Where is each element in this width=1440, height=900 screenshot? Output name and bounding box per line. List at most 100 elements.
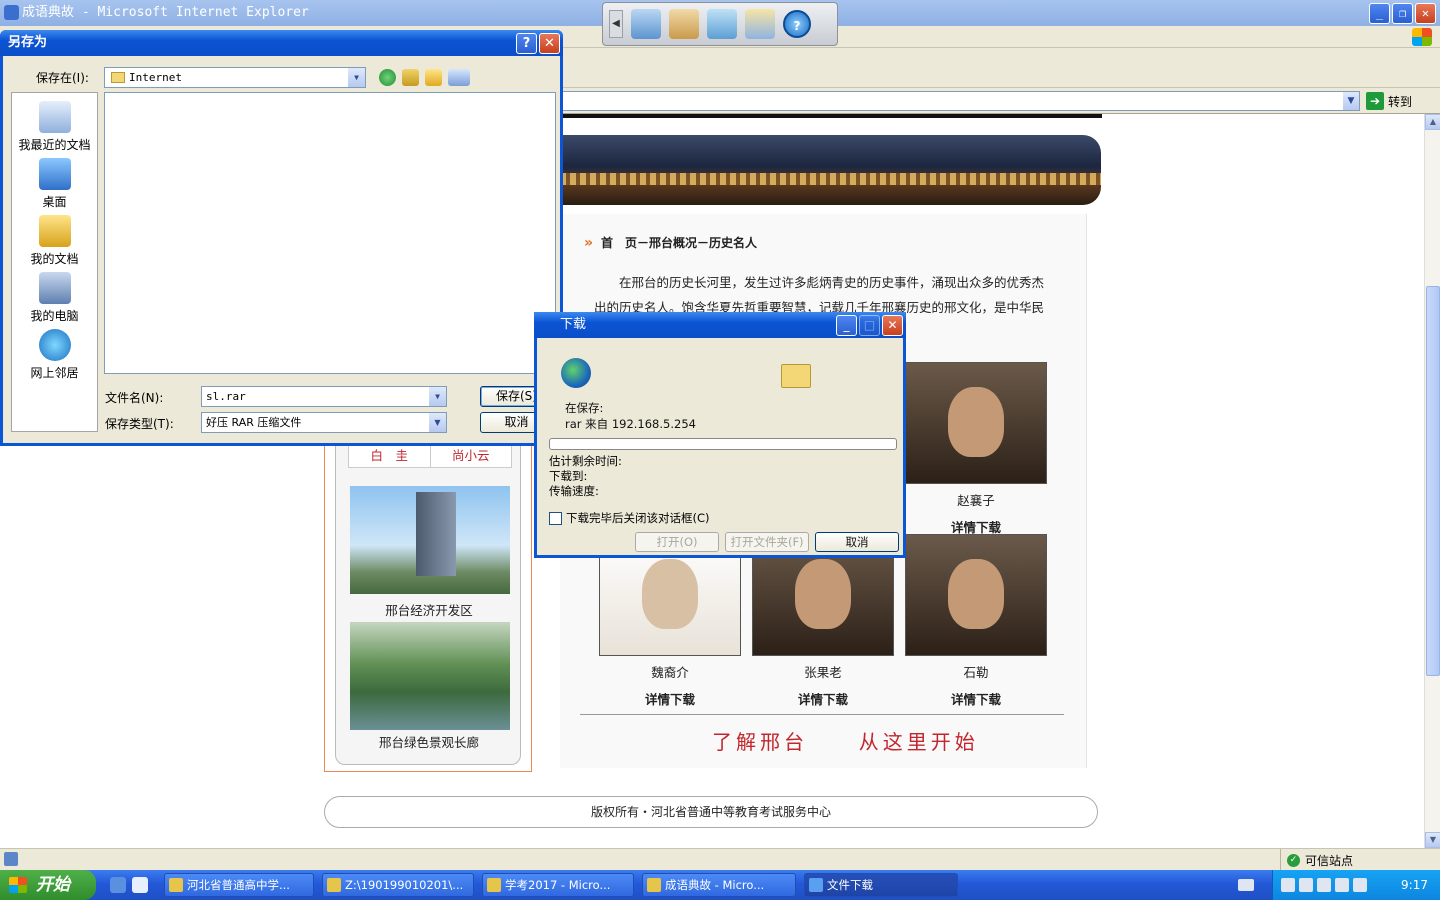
download-stats: 估计剩余时间: 下载到: 传输速度: [549, 454, 622, 499]
slogan-right: 从这里开始 [858, 730, 979, 754]
image-caption: 邢台绿色景观长廊 [378, 735, 479, 750]
checkbox[interactable] [549, 511, 562, 525]
my-documents-icon [38, 215, 71, 247]
new-folder-icon[interactable] [425, 69, 442, 86]
tower-shape [416, 492, 456, 576]
network-icon[interactable] [1281, 878, 1295, 892]
address-dropdown-icon[interactable]: ▼ [1343, 92, 1359, 110]
minimize-button[interactable]: _ [1369, 3, 1390, 24]
check-icon: ✓ [1287, 853, 1300, 867]
est-time-label: 估计剩余时间: [549, 454, 622, 468]
go-arrow-icon: ➔ [1366, 92, 1384, 110]
keyboard-icon[interactable] [1238, 879, 1254, 891]
screen-share-icon[interactable] [745, 9, 775, 39]
scroll-thumb[interactable] [1426, 286, 1440, 676]
taskbar-item[interactable]: 学考2017 - Micro... [482, 873, 634, 897]
header-rule [560, 114, 1102, 118]
start-button[interactable]: 开始 [0, 870, 96, 900]
taskbar-item[interactable]: 成语典故 - Micro... [642, 873, 796, 897]
chevron-down-icon[interactable]: ▼ [348, 68, 365, 87]
person-card: 赵襄子 详情下载 [905, 362, 1047, 536]
person-card: 石勒 详情下载 [905, 534, 1047, 708]
vertical-scrollbar[interactable]: ▲ ▼ [1424, 114, 1440, 848]
collapse-arrow-icon[interactable]: ◀ [609, 10, 623, 38]
close-icon[interactable]: ✕ [539, 33, 560, 54]
status-bar: ✓ 可信站点 [0, 848, 1440, 871]
tray-icons [1281, 878, 1367, 892]
file-list[interactable] [104, 92, 556, 374]
open-folder-button: 打开文件夹(F) [725, 532, 809, 552]
help-icon[interactable]: ? [783, 10, 811, 38]
download-progress-bar [549, 438, 897, 450]
scroll-down-icon[interactable]: ▼ [1425, 832, 1440, 848]
place-desktop[interactable]: 桌面 [12, 158, 97, 210]
person-card: 魏裔介 详情下载 [599, 534, 741, 708]
desktop-icon [38, 158, 71, 190]
place-recent[interactable]: 我最近的文档 [12, 101, 97, 153]
address-input[interactable]: ▼ [562, 91, 1360, 111]
save-in-select[interactable]: Internet ▼ [104, 67, 366, 88]
ie-quicklaunch-icon[interactable] [132, 877, 148, 893]
up-folder-icon[interactable] [402, 69, 419, 86]
download-title-bar: 下载 _ □ ✕ [534, 312, 906, 338]
ie-window-title: 成语典故 - Microsoft Internet Explorer [22, 5, 309, 20]
chevron-down-icon[interactable]: ▼ [429, 413, 446, 432]
dialog-nav-icons [379, 69, 470, 86]
monitor-icon[interactable] [1335, 878, 1349, 892]
ie-icon [809, 878, 823, 892]
restore-button[interactable]: ❐ [1392, 3, 1413, 24]
dialog-title-bar: 另存为 ? ✕ [0, 30, 563, 56]
help-icon[interactable]: ? [516, 33, 537, 54]
back-icon[interactable] [379, 69, 396, 86]
details-download-link[interactable]: 详情下载 [905, 689, 1047, 708]
place-my-documents[interactable]: 我的文档 [12, 215, 97, 267]
side-panel-inner: 白 圭 尚小云 邢台经济开发区 邢台绿色景观长廊 [335, 441, 521, 765]
shield-icon[interactable] [1317, 878, 1331, 892]
dev-zone-image[interactable] [350, 486, 510, 594]
user-check-icon[interactable] [631, 9, 661, 39]
double-chevron-icon: » [584, 234, 594, 251]
transfer-rate-label: 传输速度: [549, 484, 599, 498]
quicklaunch-icon[interactable] [110, 877, 126, 893]
portrait-image [905, 534, 1047, 656]
volume-icon[interactable] [1299, 878, 1313, 892]
download-title: 下载 [560, 317, 587, 332]
floating-toolbar: ◀ ? [602, 2, 838, 46]
chart-icon[interactable] [669, 9, 699, 39]
close-button[interactable]: ✕ [882, 315, 903, 336]
side-tab[interactable]: 白 圭 [349, 445, 430, 467]
filetype-select[interactable]: 好压 RAR 压缩文件 ▼ [201, 412, 447, 433]
close-button[interactable]: ✕ [1415, 3, 1436, 24]
place-network[interactable]: 网上邻居 [12, 329, 97, 381]
dialog-title: 另存为 [8, 35, 48, 50]
filename-input[interactable]: sl.rar ▼ [201, 386, 447, 407]
copyright-footer: 版权所有・河北省普通中等教育考试服务中心 [324, 796, 1098, 828]
clock[interactable]: 9:17 [1401, 870, 1428, 900]
green-corridor-image[interactable] [350, 622, 510, 730]
users-icon[interactable] [707, 9, 737, 39]
place-my-computer[interactable]: 我的电脑 [12, 272, 97, 324]
network-places-icon [38, 329, 71, 361]
close-when-done-checkbox[interactable]: 下载完毕后关闭该对话框(C) [549, 510, 710, 526]
antivirus-icon[interactable] [1353, 878, 1367, 892]
view-menu-icon[interactable] [448, 69, 470, 86]
scroll-up-icon[interactable]: ▲ [1425, 114, 1440, 130]
security-zone[interactable]: ✓ 可信站点 [1280, 849, 1353, 871]
window-icon [487, 878, 501, 892]
details-download-link[interactable]: 详情下载 [599, 689, 741, 708]
taskbar-item[interactable]: Z:\190199010201\... [322, 873, 474, 897]
slogan: 了解邢台 从这里开始 [712, 726, 979, 755]
side-tab[interactable]: 尚小云 [429, 445, 512, 467]
ie-window-controls: _ ❐ ✕ [1369, 3, 1436, 24]
details-download-link[interactable]: 详情下载 [752, 689, 894, 708]
go-button[interactable]: ➔ 转到 [1366, 91, 1412, 111]
chevron-down-icon[interactable]: ▼ [429, 387, 446, 406]
minimize-button[interactable]: _ [836, 315, 857, 336]
download-cancel-button[interactable]: 取消 [815, 532, 899, 552]
taskbar-item-active[interactable]: 文件下载 [804, 873, 958, 897]
divider [580, 714, 1064, 715]
slogan-left: 了解邢台 [712, 730, 808, 754]
taskbar-item[interactable]: 河北省普通高中学... [164, 873, 314, 897]
side-panel: 白 圭 尚小云 邢台经济开发区 邢台绿色景观长廊 [324, 440, 532, 772]
filetype-label: 保存类型(T): [105, 417, 174, 431]
